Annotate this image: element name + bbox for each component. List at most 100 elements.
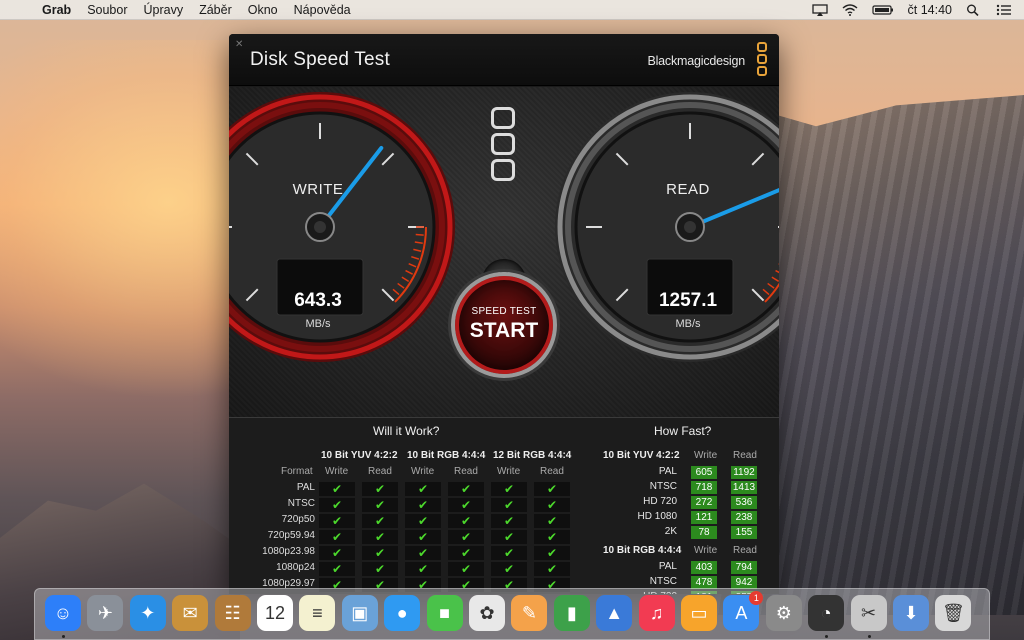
airplay-icon[interactable] [811, 3, 828, 16]
window-title: Disk Speed Test [250, 49, 390, 70]
how-fast-read-value: 1413 [731, 481, 757, 494]
mail-icon[interactable]: ✉ [172, 595, 209, 631]
format-group-header: 10 Bit RGB 4:4:4 [407, 450, 486, 461]
how-fast-row-label: HD 720 [643, 496, 677, 507]
compat-check-icon: ✔ [362, 546, 398, 560]
format-row-label: 720p50 [281, 514, 315, 525]
how-fast-write-value: 605 [691, 466, 717, 479]
format-row-label: 1080p23.98 [262, 546, 315, 557]
format-subheader: Write [497, 466, 521, 477]
how-fast-write-value: 272 [691, 496, 717, 509]
how-fast-row-label: PAL [658, 561, 677, 572]
close-icon[interactable]: ✕ [235, 39, 243, 50]
compat-check-icon: ✔ [491, 482, 527, 496]
format-row-label: PAL [296, 482, 315, 493]
format-group-header: 10 Bit YUV 4:2:2 [321, 450, 398, 461]
appstore-icon[interactable]: A1 [723, 591, 764, 631]
how-fast-read-value: 238 [731, 511, 757, 524]
compat-check-icon: ✔ [448, 514, 484, 528]
format-subheader: Read [540, 466, 564, 477]
notification-center-icon[interactable] [996, 4, 1012, 16]
compat-check-icon: ✔ [362, 530, 398, 544]
compat-check-icon: ✔ [491, 530, 527, 544]
downloads-icon[interactable]: ⬇ [893, 595, 929, 631]
write-gauge-label: WRITE [292, 181, 344, 198]
finder-icon[interactable]: ☺ [45, 595, 81, 631]
compat-check-icon: ✔ [491, 546, 527, 560]
contacts-icon[interactable]: ☷ [214, 595, 251, 631]
spotlight-search-icon[interactable] [966, 4, 982, 16]
start-button-label: START [469, 319, 539, 342]
menu-upravy[interactable]: Úpravy [136, 3, 192, 17]
will-it-work-title: Will it Work? [373, 424, 440, 438]
compat-check-icon: ✔ [319, 530, 355, 544]
compat-check-icon: ✔ [405, 546, 441, 560]
menu-zaber[interactable]: Záběr [191, 3, 240, 17]
results-panels: Will it Work? How Fast? Format 10 Bit YUV… [229, 417, 779, 594]
gauge-hub-center [314, 221, 326, 233]
format-row-label: 720p59.94 [267, 530, 315, 541]
compat-check-icon: ✔ [319, 546, 355, 560]
start-button-caption: SPEED TEST [471, 306, 537, 317]
menu-clock[interactable]: čt 14:40 [908, 3, 952, 17]
compat-check-icon: ✔ [448, 482, 484, 496]
keynote-icon[interactable]: ▲ [596, 595, 633, 631]
compat-check-icon: ✔ [405, 514, 441, 528]
compat-check-icon: ✔ [491, 562, 527, 576]
how-fast-write-value: 121 [691, 511, 717, 524]
calendar-icon[interactable]: 12 [257, 595, 293, 631]
brand-name: Blackmagicdesign [647, 54, 745, 68]
settings-icon[interactable]: ⚙ [765, 595, 802, 631]
how-fast-write-header: Write [694, 545, 718, 556]
read-gauge-unit: MB/s [675, 318, 701, 330]
gauge-area: WRITE 643.3 MB/s READ 1257.1 MB/s ⚙ SPEE… [229, 87, 779, 417]
facetime-icon[interactable]: ■ [426, 595, 463, 631]
music-icon[interactable]: ♫ [638, 595, 675, 631]
menu-app-name[interactable]: Grab [34, 3, 79, 17]
format-subheader: Read [454, 466, 478, 477]
disk-speed-icon[interactable]: ◔ [808, 595, 845, 631]
how-fast-section-header: 10 Bit RGB 4:4:4 [603, 545, 682, 556]
appstore-badge: 1 [749, 591, 764, 605]
disk-speed-test-window: ✕ Disk Speed Test Blackmagicdesign WRITE… [229, 34, 779, 594]
drive-select-box-2[interactable] [491, 133, 515, 155]
compat-check-icon: ✔ [448, 562, 484, 576]
safari-icon[interactable]: ✦ [129, 595, 166, 631]
compat-check-icon: ✔ [534, 562, 570, 576]
menu-okno[interactable]: Okno [240, 3, 286, 17]
speed-test-start-button[interactable]: SPEED TEST START [451, 272, 557, 378]
ibooks-icon[interactable]: ▭ [681, 595, 717, 631]
format-subheader: Write [411, 466, 435, 477]
wifi-icon[interactable] [842, 3, 858, 16]
grab-icon[interactable]: ✂ [850, 595, 887, 631]
messages-icon[interactable]: ● [384, 595, 421, 631]
notes-icon[interactable]: ≡ [299, 595, 336, 631]
how-fast-write-value: 78 [691, 526, 717, 539]
preview-icon[interactable]: ▣ [341, 595, 378, 631]
write-gauge-unit: MB/s [305, 318, 331, 330]
format-header: Format [281, 466, 313, 477]
compat-check-icon: ✔ [448, 546, 484, 560]
how-fast-title: How Fast? [654, 424, 712, 438]
window-titlebar: ✕ Disk Speed Test Blackmagicdesign [229, 34, 779, 86]
compat-check-icon: ✔ [448, 498, 484, 512]
menu-soubor[interactable]: Soubor [79, 3, 135, 17]
pages-icon[interactable]: ✎ [511, 595, 548, 631]
format-row-label: 1080p24 [276, 562, 315, 573]
menu-napoveda[interactable]: Nápověda [286, 3, 359, 17]
how-fast-section-header: 10 Bit YUV 4:2:2 [603, 450, 680, 461]
how-fast-row-label: 2K [664, 526, 677, 537]
battery-icon[interactable] [871, 4, 894, 16]
drive-select-box-3[interactable] [491, 159, 515, 181]
compat-check-icon: ✔ [362, 498, 398, 512]
compat-check-icon: ✔ [534, 498, 570, 512]
compat-check-icon: ✔ [534, 482, 570, 496]
trash-icon[interactable]: 🗑 [935, 595, 972, 631]
launchpad-icon[interactable]: ✈ [87, 595, 124, 631]
running-indicator [825, 635, 829, 638]
numbers-icon[interactable]: ▮ [553, 595, 590, 631]
drive-select-box-1[interactable] [491, 107, 515, 129]
photos-icon[interactable]: ✿ [469, 595, 505, 631]
gauge-redzone-tick [415, 233, 424, 236]
compat-check-icon: ✔ [405, 482, 441, 496]
